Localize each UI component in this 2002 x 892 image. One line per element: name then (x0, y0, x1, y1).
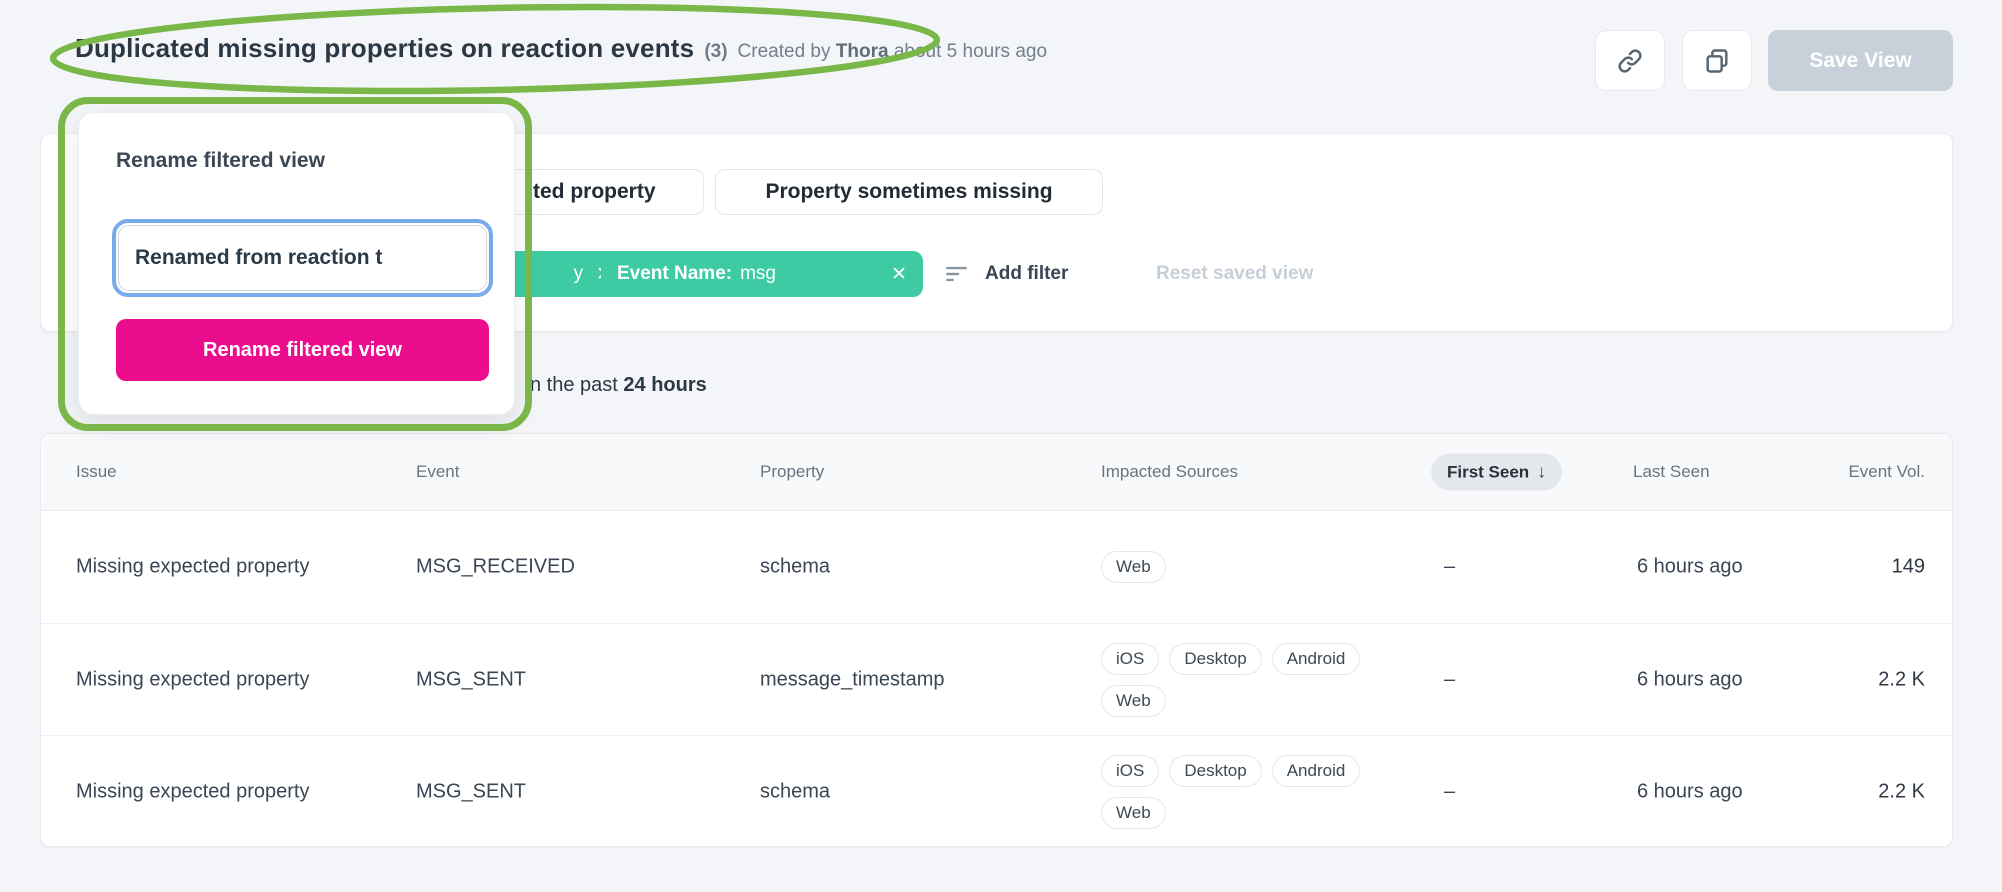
summary-bold: 24 hours (623, 374, 706, 396)
sort-descending-icon: ↓ (1537, 462, 1546, 483)
sources-cell: iOS Desktop Android Web (1101, 755, 1360, 829)
property-cell: schema (760, 780, 830, 803)
link-icon (1616, 47, 1644, 75)
source-badge: Android (1272, 755, 1361, 787)
duplicate-view-button[interactable] (1682, 30, 1752, 91)
tag-label: y (574, 263, 584, 285)
tag-label: Event Name: (617, 263, 732, 285)
source-badge: iOS (1101, 643, 1159, 675)
source-badge-line: iOS Desktop Android (1101, 755, 1360, 787)
issues-table: Issue Event Property Impacted Sources Fi… (40, 433, 1953, 847)
rename-popup: Rename filtered view Rename filtered vie… (78, 112, 515, 415)
table-row[interactable]: Missing expected property MSG_RECEIVED sch… (41, 511, 1952, 623)
sources-cell: Web (1101, 551, 1166, 583)
close-icon[interactable]: ✕ (891, 265, 907, 284)
column-header-event-vol[interactable]: Event Vol. (1848, 462, 1925, 482)
source-badge-line: Web (1101, 551, 1166, 583)
created-by-prefix: Created by (738, 41, 831, 62)
table-row[interactable]: Missing expected property MSG_SENT message… (41, 623, 1952, 735)
issue-cell: Missing expected property (76, 556, 309, 579)
issue-cell: Missing expected property (76, 668, 309, 691)
source-badge: Web (1101, 797, 1166, 829)
copy-link-button[interactable] (1595, 30, 1665, 91)
first-seen-cell: – (1444, 668, 1455, 691)
page-header: Duplicated missing properties on reactio… (75, 33, 1047, 64)
rename-popup-heading: Rename filtered view (116, 149, 325, 173)
source-badge-line: iOS Desktop Android (1101, 643, 1360, 675)
last-seen-cell: 6 hours ago (1637, 556, 1743, 579)
add-filter-button[interactable]: Add filter (944, 251, 1068, 297)
summary-prefix: n the past (530, 374, 623, 396)
filter-icon (944, 261, 970, 287)
column-header-property[interactable]: Property (760, 462, 824, 482)
event-vol-cell: 149 (1892, 556, 1925, 579)
page-title: Duplicated missing properties on reactio… (75, 33, 694, 64)
add-filter-label: Add filter (985, 263, 1068, 285)
event-vol-cell: 2.2 K (1878, 668, 1925, 691)
issues-page: Duplicated missing properties on reactio… (0, 0, 2002, 892)
copy-icon (1703, 47, 1731, 75)
created-by-time: about 5 hours ago (894, 41, 1047, 62)
sources-cell: iOS Desktop Android Web (1101, 643, 1360, 717)
source-badge: Desktop (1169, 755, 1261, 787)
first-seen-cell: – (1444, 556, 1455, 579)
last-seen-cell: 6 hours ago (1637, 780, 1743, 803)
rename-input-wrapper (112, 219, 493, 297)
source-badge: Desktop (1169, 643, 1261, 675)
created-by-meta: Created by Thora about 5 hours ago (738, 41, 1047, 63)
source-badge-line: Web (1101, 797, 1360, 829)
source-badge: Web (1101, 551, 1166, 583)
first-seen-cell: – (1444, 780, 1455, 803)
property-sometimes-missing-chip[interactable]: Property sometimes missing (715, 169, 1103, 215)
column-header-last-seen[interactable]: Last Seen (1633, 462, 1710, 482)
tag-value: msg (740, 263, 776, 285)
column-header-event[interactable]: Event (416, 462, 459, 482)
event-vol-cell: 2.2 K (1878, 780, 1925, 803)
table-body: Missing expected propertyMSG_RECEIVEDsch… (41, 511, 1952, 847)
event-name-filter-tag[interactable]: Event Name: msg ✕ (601, 251, 923, 297)
source-badge: iOS (1101, 755, 1159, 787)
last-seen-cell: 6 hours ago (1637, 668, 1743, 691)
rename-confirm-button[interactable]: Rename filtered view (116, 319, 489, 381)
event-cell: MSG_SENT (416, 668, 526, 691)
issue-cell: Missing expected property (76, 780, 309, 803)
issue-count: (3) (704, 41, 727, 63)
issues-summary-text: n the past 24 hours (530, 374, 707, 397)
issue-type-chip-partial[interactable]: ted property (506, 169, 704, 215)
chip-label: ted property (533, 180, 656, 204)
event-cell: MSG_SENT (416, 780, 526, 803)
table-header-row: Issue Event Property Impacted Sources Fi… (41, 434, 1952, 511)
property-cell: schema (760, 556, 830, 579)
save-view-button[interactable]: Save View (1768, 30, 1953, 91)
chip-label: Property sometimes missing (765, 180, 1052, 204)
created-by-name: Thora (836, 41, 889, 62)
first-seen-label: First Seen (1447, 462, 1529, 482)
column-header-impacted-sources[interactable]: Impacted Sources (1101, 462, 1238, 482)
reset-saved-view-button[interactable]: Reset saved view (1156, 251, 1313, 297)
column-header-first-seen-sorted[interactable]: First Seen ↓ (1431, 454, 1562, 491)
property-cell: message_timestamp (760, 668, 945, 691)
source-badge: Web (1101, 685, 1166, 717)
source-badge-line: Web (1101, 685, 1360, 717)
rename-input[interactable] (118, 225, 487, 291)
source-badge: Android (1272, 643, 1361, 675)
event-cell: MSG_RECEIVED (416, 556, 575, 579)
table-row[interactable]: Missing expected property MSG_SENT schema i… (41, 735, 1952, 847)
column-header-issue[interactable]: Issue (76, 462, 117, 482)
